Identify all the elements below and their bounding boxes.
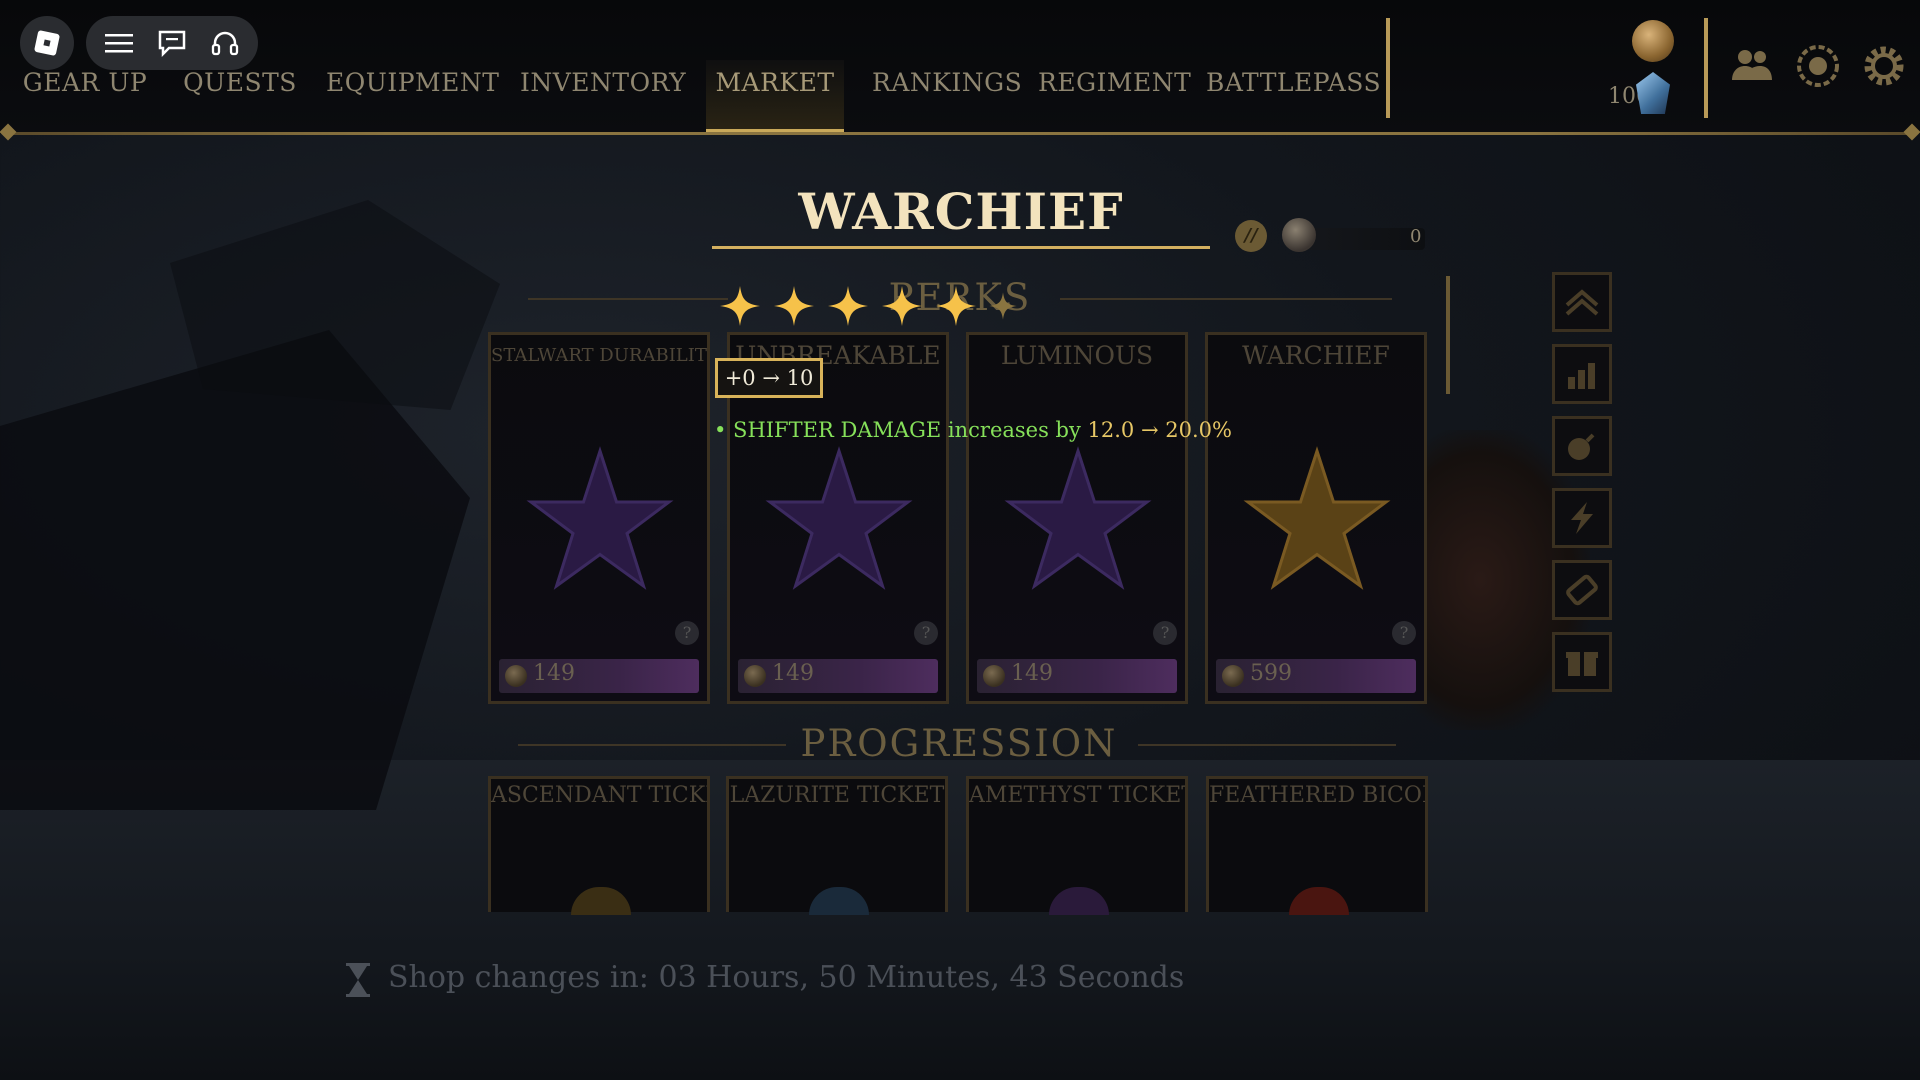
gold-star-icon bbox=[1243, 446, 1391, 590]
price-button[interactable]: 149 bbox=[977, 659, 1177, 693]
tab-battlepass[interactable]: BATTLEPASS bbox=[1206, 60, 1381, 132]
tab-equipment[interactable]: EQUIPMENT bbox=[326, 60, 499, 132]
settings-gear-icon[interactable] bbox=[1860, 42, 1908, 90]
progression-card-name: LAZURITE TICKET bbox=[729, 783, 945, 808]
stats-icon bbox=[1568, 363, 1595, 389]
tab-market[interactable]: MARKET bbox=[706, 60, 844, 132]
perks-line-right bbox=[1060, 298, 1392, 300]
star-filled-icon bbox=[828, 286, 868, 326]
perk-card[interactable]: STALWART DURABILITY ? 149 bbox=[488, 332, 710, 704]
nav-separator bbox=[1386, 18, 1390, 118]
effect-text: • SHIFTER DAMAGE increases by bbox=[714, 418, 1088, 442]
effect-value: 12.0 → 20.0% bbox=[1087, 418, 1232, 442]
purple-star-icon bbox=[765, 446, 913, 590]
level-change-tooltip: +0 → 10 bbox=[715, 358, 823, 398]
gift-icon bbox=[1566, 652, 1598, 676]
help-icon[interactable]: ? bbox=[1392, 621, 1416, 645]
tab-rankings[interactable]: RANKINGS bbox=[872, 60, 1022, 132]
progression-card[interactable]: AMETHYST TICKET bbox=[966, 776, 1188, 915]
perk-card-name: WARCHIEF bbox=[1242, 341, 1390, 370]
currency-coin-icon bbox=[744, 665, 766, 687]
lightning-icon bbox=[1571, 502, 1593, 534]
star-filled-icon bbox=[936, 286, 976, 326]
star-rating bbox=[718, 284, 1018, 328]
star-filled-icon bbox=[774, 286, 814, 326]
upgrade-coin-icon bbox=[1282, 218, 1316, 252]
perk-card[interactable]: LUMINOUS ? 149 bbox=[966, 332, 1188, 704]
help-icon[interactable]: ? bbox=[1153, 621, 1177, 645]
perks-line-left bbox=[528, 298, 728, 300]
regiment-emblem-icon[interactable] bbox=[1794, 42, 1842, 90]
bomb-icon bbox=[1568, 433, 1595, 460]
tab-gear-up[interactable]: GEAR UP bbox=[20, 60, 150, 132]
hamburger-menu-icon[interactable] bbox=[104, 28, 134, 58]
perk-card-name: STALWART DURABILITY bbox=[491, 345, 707, 366]
progression-card-name: ASCENDANT TICKET bbox=[491, 783, 707, 808]
tab-regiment[interactable]: REGIMENT bbox=[1038, 60, 1191, 132]
price-value: 599 bbox=[1250, 661, 1292, 686]
star-filled-icon bbox=[882, 286, 922, 326]
price-button[interactable]: 599 bbox=[1216, 659, 1416, 693]
price-value: 149 bbox=[1011, 661, 1053, 686]
lightning-button[interactable] bbox=[1552, 488, 1612, 548]
rank-up-icon bbox=[1565, 289, 1599, 316]
tab-quests[interactable]: QUESTS bbox=[180, 60, 300, 132]
scroll-bar[interactable] bbox=[1446, 276, 1450, 394]
perk-card-name: LUMINOUS bbox=[1000, 341, 1154, 370]
price-button[interactable]: 149 bbox=[499, 659, 699, 693]
price-value: 149 bbox=[533, 661, 575, 686]
title-underline bbox=[712, 246, 1210, 249]
top-bar-divider bbox=[8, 132, 1912, 135]
tab-inventory[interactable]: INVENTORY bbox=[520, 60, 686, 132]
background-structure bbox=[170, 200, 500, 410]
currency-separator bbox=[1704, 18, 1708, 118]
ticket-button[interactable] bbox=[1552, 560, 1612, 620]
effect-description: • SHIFTER DAMAGE increases by 12.0 → 20.… bbox=[714, 418, 1232, 442]
stats-button[interactable] bbox=[1552, 344, 1612, 404]
help-icon[interactable]: ? bbox=[914, 621, 938, 645]
upgrade-badge-icon: // bbox=[1235, 220, 1267, 252]
ticket-art-icon bbox=[571, 887, 631, 915]
progression-card-name: AMETHYST TICKET bbox=[969, 783, 1185, 808]
bomb-button[interactable] bbox=[1552, 416, 1612, 476]
progression-line-left bbox=[518, 744, 786, 746]
chat-icon[interactable] bbox=[157, 28, 187, 58]
progression-card[interactable]: FEATHERED BICORN bbox=[1206, 776, 1428, 915]
perk-card[interactable]: WARCHIEF ? 599 bbox=[1205, 332, 1427, 704]
progression-heading: PROGRESSION bbox=[800, 722, 1118, 765]
bicorn-art-icon bbox=[1289, 887, 1349, 915]
progression-line-right bbox=[1138, 744, 1396, 746]
friends-icon[interactable] bbox=[1728, 42, 1776, 90]
rank-up-button[interactable] bbox=[1552, 272, 1612, 332]
ticket-art-icon bbox=[1049, 887, 1109, 915]
progression-card-name: FEATHERED BICORN bbox=[1209, 783, 1425, 808]
currency-coin-icon bbox=[983, 665, 1005, 687]
upgrade-progress-bar bbox=[1305, 228, 1425, 250]
roblox-logo-icon bbox=[33, 29, 61, 57]
star-partial-icon bbox=[989, 292, 1017, 320]
price-value: 149 bbox=[772, 661, 814, 686]
star-filled-icon bbox=[720, 286, 760, 326]
purple-star-icon bbox=[1004, 446, 1152, 590]
upgrade-coin-value: 0 bbox=[1410, 226, 1422, 247]
ticket-icon bbox=[1566, 574, 1598, 606]
price-button[interactable]: 149 bbox=[738, 659, 938, 693]
voice-headset-icon[interactable] bbox=[210, 28, 240, 58]
shop-timer: Shop changes in: 03 Hours, 50 Minutes, 4… bbox=[388, 960, 1185, 995]
ticket-art-icon bbox=[809, 887, 869, 915]
currency-coin-icon bbox=[505, 665, 527, 687]
progression-card[interactable]: ASCENDANT TICKET bbox=[488, 776, 710, 915]
help-icon[interactable]: ? bbox=[675, 621, 699, 645]
gift-button[interactable] bbox=[1552, 632, 1612, 692]
gold-coin-icon bbox=[1632, 20, 1674, 62]
upgrade-title: WARCHIEF bbox=[798, 182, 1124, 241]
purple-star-icon bbox=[526, 446, 674, 590]
progression-card[interactable]: LAZURITE TICKET bbox=[726, 776, 948, 915]
currency-coin-icon bbox=[1222, 665, 1244, 687]
hourglass-icon bbox=[346, 963, 370, 997]
